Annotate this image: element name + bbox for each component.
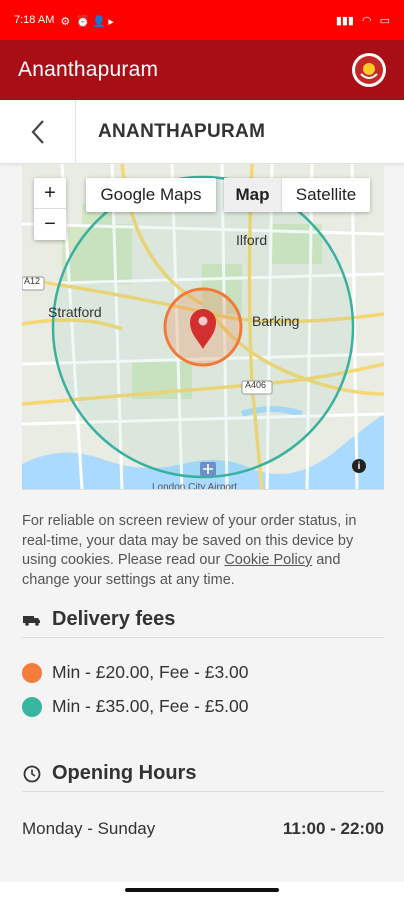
zoom-controls: + − [34,178,66,240]
delivery-fees-title: Delivery fees [52,608,176,630]
zoom-in-button[interactable]: + [34,178,66,209]
app-title: Ananthapuram [18,58,159,81]
app-bar: Ananthapuram [0,40,404,100]
fee-label: Min - £35.00, Fee - £5.00 [52,696,249,716]
back-button[interactable] [0,99,76,164]
clock-icon [22,765,42,783]
status-time: 7:18 AM [14,14,55,26]
play-icon: ▸ [108,16,114,28]
map-label-barking: Barking [252,313,300,329]
fee-label: Min - £20.00, Fee - £3.00 [52,662,249,682]
map-footer-label: London City Airport [152,482,238,490]
opening-hours-header: Opening Hours [22,756,384,792]
page-title: ANANTHAPURAM [98,120,266,142]
signal-icon: ▮▮▮ [335,14,354,27]
map-type-control: Map Satellite [224,178,370,212]
map-label-ilford: Ilford [236,232,268,248]
cookie-policy-link[interactable]: Cookie Policy [224,552,312,568]
truck-icon [22,614,42,626]
map-label-stratford: Stratford [48,304,102,320]
wifi-icon: ◠ [361,14,372,27]
map-road-a12: A12 [24,276,41,286]
alarm-icon: ⏰ [76,16,91,28]
map-road-a406: A406 [245,380,267,390]
cookie-notice: For reliable on screen review of your or… [22,512,384,590]
fee-row: Min - £35.00, Fee - £5.00 [22,696,249,717]
status-bar: 7:18 AM ⚙ ⏰ 👤 ▸ ▮▮▮ ◠ ▭ [0,0,404,40]
fee-row: Min - £20.00, Fee - £3.00 [22,662,249,683]
map-info-icon[interactable]: i [352,459,366,473]
fee-color-dot [22,662,42,683]
google-maps-button[interactable]: Google Maps [86,178,216,212]
delivery-fees-header: Delivery fees [22,602,384,638]
map-type-map-button[interactable]: Map [224,178,282,212]
opening-hours-title: Opening Hours [52,762,197,784]
page-header: ANANTHAPURAM [0,99,404,164]
zoom-out-button[interactable]: − [34,209,66,240]
fee-color-dot [22,696,42,717]
user-icon: 👤 [92,16,107,28]
map-type-satellite-button[interactable]: Satellite [282,178,370,212]
battery-icon: ▭ [379,14,390,27]
home-indicator[interactable] [125,888,279,892]
hours-row: Monday - Sunday 11:00 - 22:00 [22,814,384,844]
hours-time: 11:00 - 22:00 [282,819,384,838]
restaurant-logo[interactable] [352,53,386,87]
settings-icon: ⚙ [60,16,71,28]
chevron-left-icon [31,119,44,144]
delivery-map[interactable]: + − Google Maps Map Satellite Ilford Str… [22,164,384,490]
hours-days: Monday - Sunday [22,819,156,838]
